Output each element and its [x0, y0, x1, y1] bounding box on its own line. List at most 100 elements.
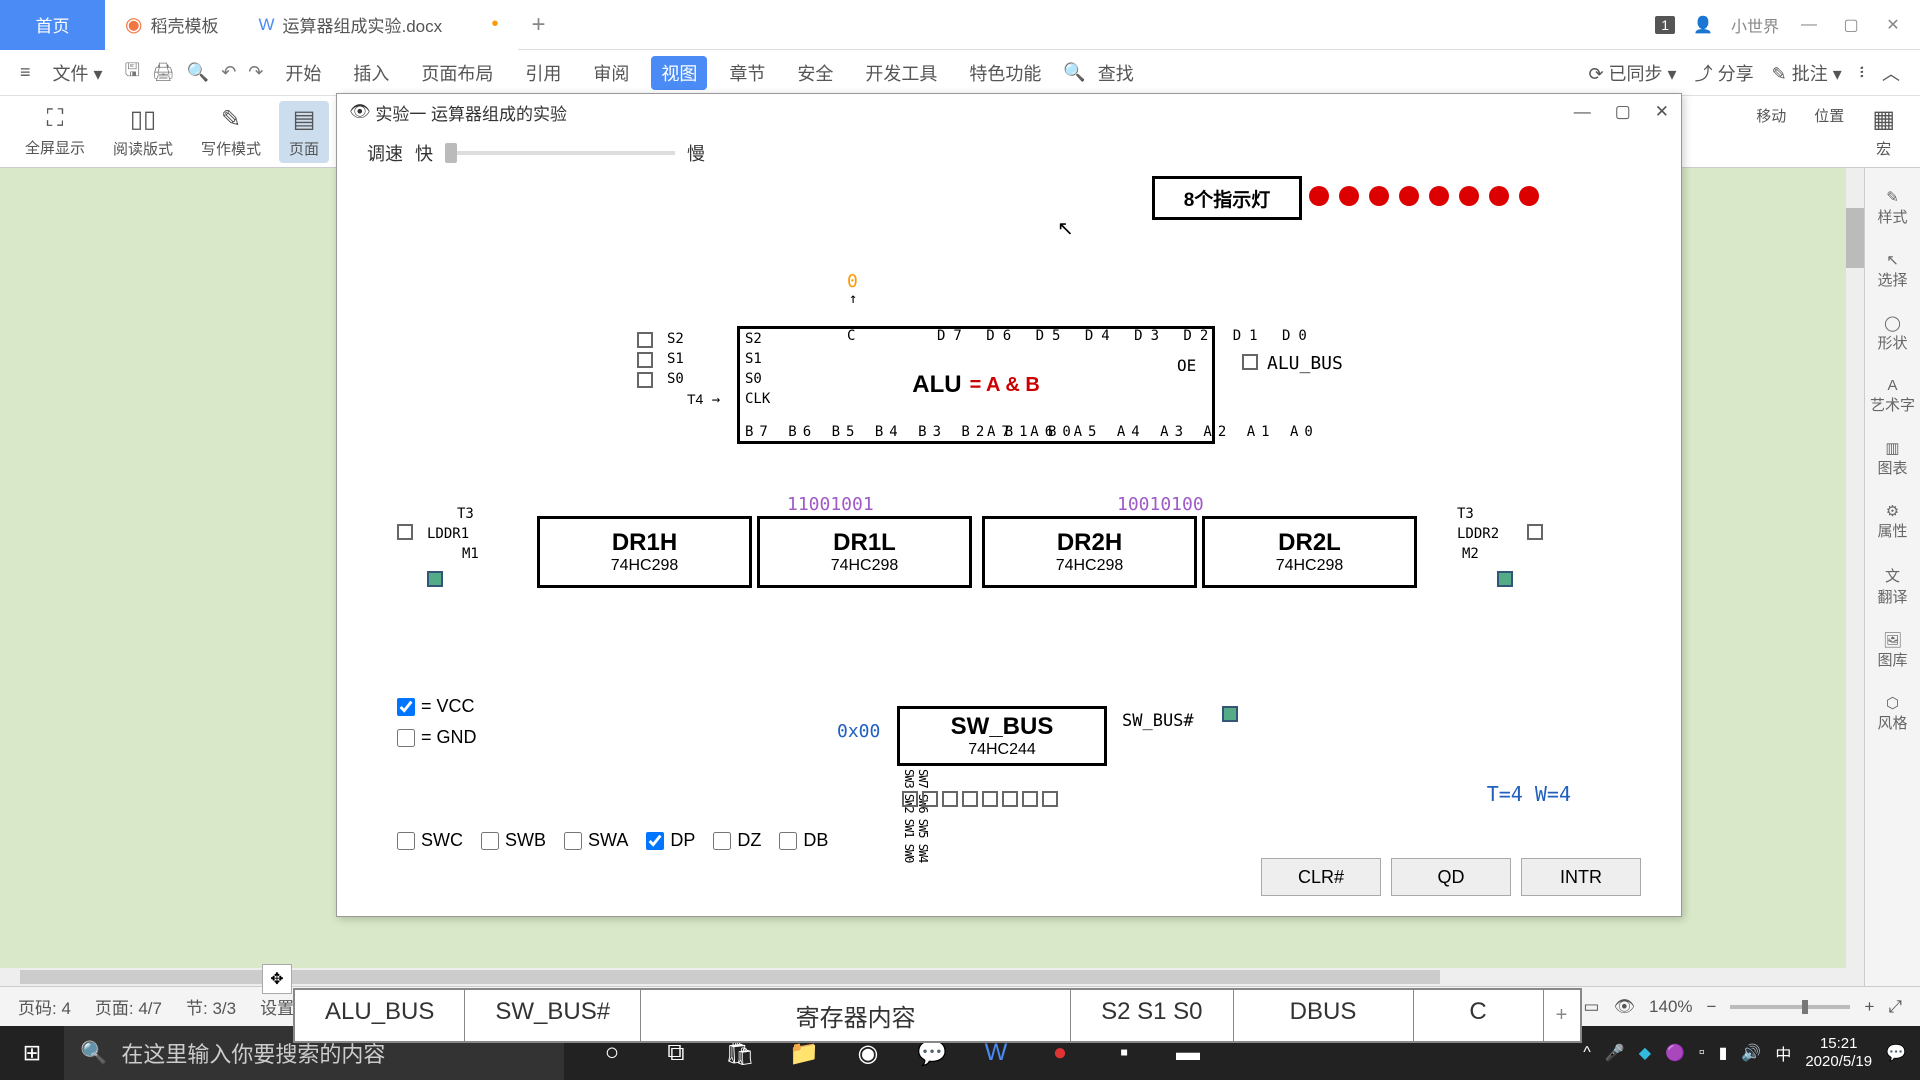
undo-icon[interactable]: ↶ [221, 62, 236, 83]
panel-select[interactable]: ↖选择 [1877, 251, 1907, 290]
help-icon[interactable]: ፧ [1860, 62, 1864, 83]
sim-minimize-button[interactable]: — [1574, 102, 1591, 122]
menu-review[interactable]: 审阅 [583, 56, 639, 90]
panel-wordart[interactable]: A艺术字 [1870, 377, 1915, 415]
panel-gallery[interactable]: 🖼图库 [1877, 631, 1907, 670]
preview-icon[interactable]: 🔍 [187, 62, 209, 83]
maximize-button[interactable]: ▢ [1839, 13, 1863, 37]
comment-button[interactable]: ✎ 批注 ▾ [1772, 60, 1842, 86]
clr-button[interactable]: CLR# [1261, 858, 1381, 896]
print-icon[interactable]: 🖨 [152, 62, 175, 83]
sw2-checkbox[interactable] [1002, 791, 1018, 807]
menu-search[interactable]: 查找 [1098, 60, 1134, 86]
user-name[interactable]: 小世界 [1731, 13, 1779, 37]
lddr2-checkbox[interactable] [1527, 524, 1543, 540]
sw5-checkbox[interactable] [942, 791, 958, 807]
panel-style[interactable]: ⬡风格 [1877, 694, 1907, 733]
tray-app2-icon[interactable]: ▫ [1699, 1044, 1705, 1062]
vcc-checkbox[interactable] [397, 698, 415, 716]
swbus-checkbox[interactable] [1222, 706, 1238, 722]
reading-mode-button[interactable]: ▯▯阅读版式 [103, 101, 183, 163]
notification-center-icon[interactable]: 💬 [1886, 1043, 1906, 1063]
dp-checkbox[interactable] [646, 832, 664, 850]
sw3-checkbox[interactable] [982, 791, 998, 807]
menu-feature[interactable]: 特色功能 [959, 56, 1051, 90]
search-icon[interactable]: 🔍 [1063, 62, 1085, 83]
tray-volume-icon[interactable]: 🔊 [1741, 1043, 1761, 1063]
user-avatar-icon[interactable]: 👤 [1693, 15, 1713, 35]
sw4-checkbox[interactable] [962, 791, 978, 807]
page-mode-button[interactable]: ▤页面 [279, 101, 329, 163]
sw1-checkbox[interactable] [1022, 791, 1038, 807]
menu-file[interactable]: 文件 ▾ [43, 56, 113, 90]
zoom-in-button[interactable]: + [1864, 997, 1874, 1017]
zoom-value[interactable]: 140% [1649, 997, 1692, 1017]
speed-slider[interactable] [445, 151, 675, 155]
menu-hamburger-icon[interactable]: ≡ [20, 62, 31, 83]
menu-start[interactable]: 开始 [275, 56, 331, 90]
sw0-checkbox[interactable] [1042, 791, 1058, 807]
panel-chart[interactable]: ▥图表 [1877, 439, 1907, 478]
zoom-out-button[interactable]: − [1707, 997, 1717, 1017]
tray-chevron-icon[interactable]: ^ [1583, 1044, 1591, 1062]
sw7-checkbox[interactable] [902, 791, 918, 807]
m1-checkbox[interactable] [427, 571, 443, 587]
qd-button[interactable]: QD [1391, 858, 1511, 896]
sync-status[interactable]: ⟳ 已同步 ▾ [1588, 60, 1676, 86]
menu-insert[interactable]: 插入 [343, 56, 399, 90]
tray-ime[interactable]: 中 [1775, 1041, 1791, 1065]
status-section[interactable]: 节: 3/3 [186, 994, 236, 1019]
vertical-scrollbar[interactable] [1846, 168, 1864, 986]
table-cell[interactable]: DBUS [1234, 990, 1414, 1041]
table-cell[interactable]: S2 S1 S0 [1071, 990, 1233, 1041]
s0-checkbox[interactable] [637, 372, 653, 388]
tab-daoke[interactable]: ◉ 稻壳模板 [105, 0, 238, 50]
table-cell[interactable]: C [1414, 990, 1544, 1041]
document-table[interactable]: ALU_BUS SW_BUS# 寄存器内容 S2 S1 S0 DBUS C + [293, 988, 1582, 1043]
tray-mic-icon[interactable]: 🎤 [1605, 1043, 1625, 1063]
status-pages[interactable]: 页面: 4/7 [95, 994, 162, 1019]
tray-sync-icon[interactable]: ◆ [1639, 1043, 1651, 1063]
start-button[interactable]: ⊞ [0, 1026, 64, 1080]
table-cell[interactable]: 寄存器内容 [641, 990, 1071, 1041]
tab-home[interactable]: 首页 [0, 0, 105, 50]
view-eye-icon[interactable]: 👁 [1613, 997, 1635, 1017]
menu-section[interactable]: 章节 [719, 56, 775, 90]
sw6-checkbox[interactable] [922, 791, 938, 807]
redo-icon[interactable]: ↷ [248, 62, 263, 83]
taskbar-clock[interactable]: 15:21 2020/5/19 [1805, 1035, 1872, 1071]
panel-styles[interactable]: ✎样式 [1877, 188, 1907, 227]
hscroll-thumb[interactable] [20, 970, 1440, 984]
macro-button[interactable]: ▦宏 [1862, 101, 1905, 163]
oe-checkbox[interactable] [1242, 354, 1258, 370]
swc-checkbox[interactable] [397, 832, 415, 850]
tab-document[interactable]: W 运算器组成实验.docx • [238, 0, 518, 50]
intr-button[interactable]: INTR [1521, 858, 1641, 896]
panel-props[interactable]: ⚙属性 [1877, 502, 1907, 541]
sim-close-button[interactable]: ✕ [1655, 102, 1669, 122]
db-checkbox[interactable] [779, 832, 797, 850]
move-handle-icon[interactable]: ✥ [262, 964, 292, 994]
s2-checkbox[interactable] [637, 332, 653, 348]
sim-maximize-button[interactable]: ▢ [1615, 102, 1631, 122]
gnd-checkbox[interactable] [397, 729, 415, 747]
fullscreen-button[interactable]: ⛶全屏显示 [15, 101, 95, 162]
close-button[interactable]: ✕ [1881, 13, 1905, 37]
menu-layout[interactable]: 页面布局 [411, 56, 503, 90]
menu-view[interactable]: 视图 [651, 56, 707, 90]
menu-security[interactable]: 安全 [787, 56, 843, 90]
swa-checkbox[interactable] [564, 832, 582, 850]
table-cell[interactable]: ALU_BUS [295, 990, 465, 1041]
zoom-slider[interactable] [1730, 1005, 1850, 1009]
dz-checkbox[interactable] [713, 832, 731, 850]
menu-ref[interactable]: 引用 [515, 56, 571, 90]
m2-checkbox[interactable] [1497, 571, 1513, 587]
menu-devtools[interactable]: 开发工具 [855, 56, 947, 90]
share-button[interactable]: ⤴ 分享 [1695, 60, 1754, 86]
tray-network-icon[interactable]: ▮ [1719, 1043, 1728, 1063]
view-web-icon[interactable]: ▭ [1583, 997, 1599, 1017]
scrollbar-thumb[interactable] [1846, 208, 1864, 268]
status-page[interactable]: 页码: 4 [18, 994, 71, 1019]
notification-badge[interactable]: 1 [1655, 16, 1675, 34]
writing-mode-button[interactable]: ✎写作模式 [191, 101, 271, 163]
